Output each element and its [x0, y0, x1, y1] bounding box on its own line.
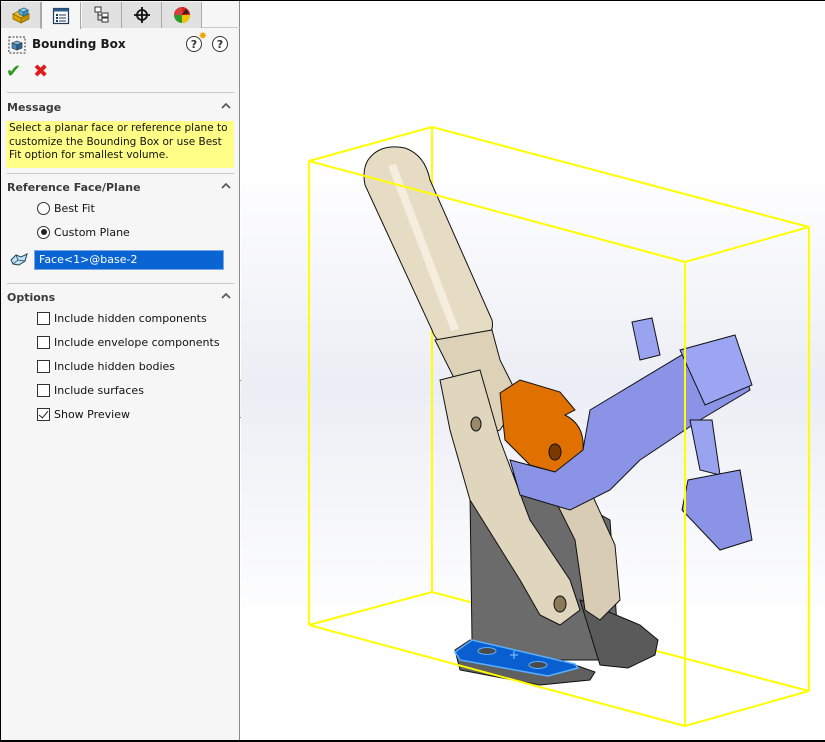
radio-label: Custom Plane [54, 225, 130, 239]
tab-display-manager[interactable] [162, 2, 202, 28]
graphics-viewport[interactable] [241, 1, 825, 741]
include-envelope-components-checkbox[interactable]: Include envelope components [37, 334, 220, 350]
checkbox[interactable] [37, 359, 50, 373]
show-preview-checkbox[interactable]: Show Preview [37, 406, 130, 422]
radio-label: Best Fit [54, 201, 95, 215]
tab-dimxpert-manager[interactable] [122, 2, 162, 28]
part-icon [11, 7, 30, 24]
checkbox[interactable] [37, 311, 50, 325]
options-group-header[interactable]: Options [7, 289, 234, 307]
spindle-tip [681, 469, 753, 551]
arm-pin-top [631, 317, 661, 361]
tab-configuration-manager[interactable] [82, 2, 122, 28]
message-group-label: Message [7, 101, 62, 114]
cancel-button[interactable]: ✖ [33, 63, 48, 81]
checkbox-label: Include surfaces [54, 383, 144, 397]
face-selection-icon [10, 253, 28, 266]
checkbox[interactable] [37, 407, 50, 421]
divider [7, 173, 234, 174]
reference-group-label: Reference Face/Plane [7, 181, 141, 194]
property-manager-panel: Bounding Box ? ✸ ? ✔ ✖ Message Select a … [1, 1, 240, 741]
model-view[interactable] [241, 1, 825, 741]
radio-button[interactable] [37, 201, 50, 215]
checkbox-label: Include hidden components [54, 311, 207, 325]
checkbox-label: Include hidden bodies [54, 359, 176, 373]
divider [7, 283, 234, 284]
custom-plane-radio[interactable]: Custom Plane [37, 224, 130, 240]
include-surfaces-checkbox[interactable]: Include surfaces [37, 382, 144, 398]
best-fit-radio[interactable]: Best Fit [37, 200, 95, 216]
checkbox[interactable] [37, 335, 50, 349]
message-text: Select a planar face or reference plane … [6, 121, 234, 168]
tab-property-manager[interactable] [41, 2, 81, 29]
crosshair-icon [133, 7, 150, 23]
chevron-up-icon[interactable] [220, 180, 232, 192]
options-group-label: Options [7, 291, 56, 304]
property-manager-icon [52, 7, 70, 24]
chevron-up-icon[interactable] [220, 100, 232, 112]
ok-button[interactable]: ✔ [6, 63, 21, 81]
whats-new-icon: ? [190, 37, 198, 51]
spindle [689, 419, 721, 476]
include-hidden-components-checkbox[interactable]: Include hidden components [37, 310, 207, 326]
message-group-header[interactable]: Message [7, 99, 234, 117]
whats-new-button[interactable]: ? ✸ [186, 31, 207, 52]
link-part[interactable] [499, 379, 584, 473]
help-icon: ? [216, 37, 224, 51]
reference-face-selection-box[interactable]: Face<1>@base-2 [34, 250, 224, 270]
checkbox-label: Include envelope components [54, 335, 220, 349]
reference-group-header[interactable]: Reference Face/Plane [7, 179, 234, 197]
appearance-ball-icon [173, 7, 190, 23]
bounding-box-icon [8, 36, 26, 54]
star-icon: ✸ [198, 31, 207, 42]
divider [7, 92, 234, 93]
include-hidden-bodies-checkbox[interactable]: Include hidden bodies [37, 358, 175, 374]
help-button[interactable]: ? [212, 36, 228, 52]
tab-feature-manager[interactable] [1, 2, 41, 28]
radio-button[interactable] [37, 225, 50, 239]
checkbox-label: Show Preview [54, 407, 130, 421]
checkbox[interactable] [37, 383, 50, 397]
page-title: Bounding Box [32, 37, 126, 51]
chevron-up-icon[interactable] [220, 290, 232, 302]
manager-tabs [1, 1, 240, 29]
configuration-tree-icon [94, 6, 108, 23]
panel-header: Bounding Box ? ✸ ? [1, 31, 240, 56]
